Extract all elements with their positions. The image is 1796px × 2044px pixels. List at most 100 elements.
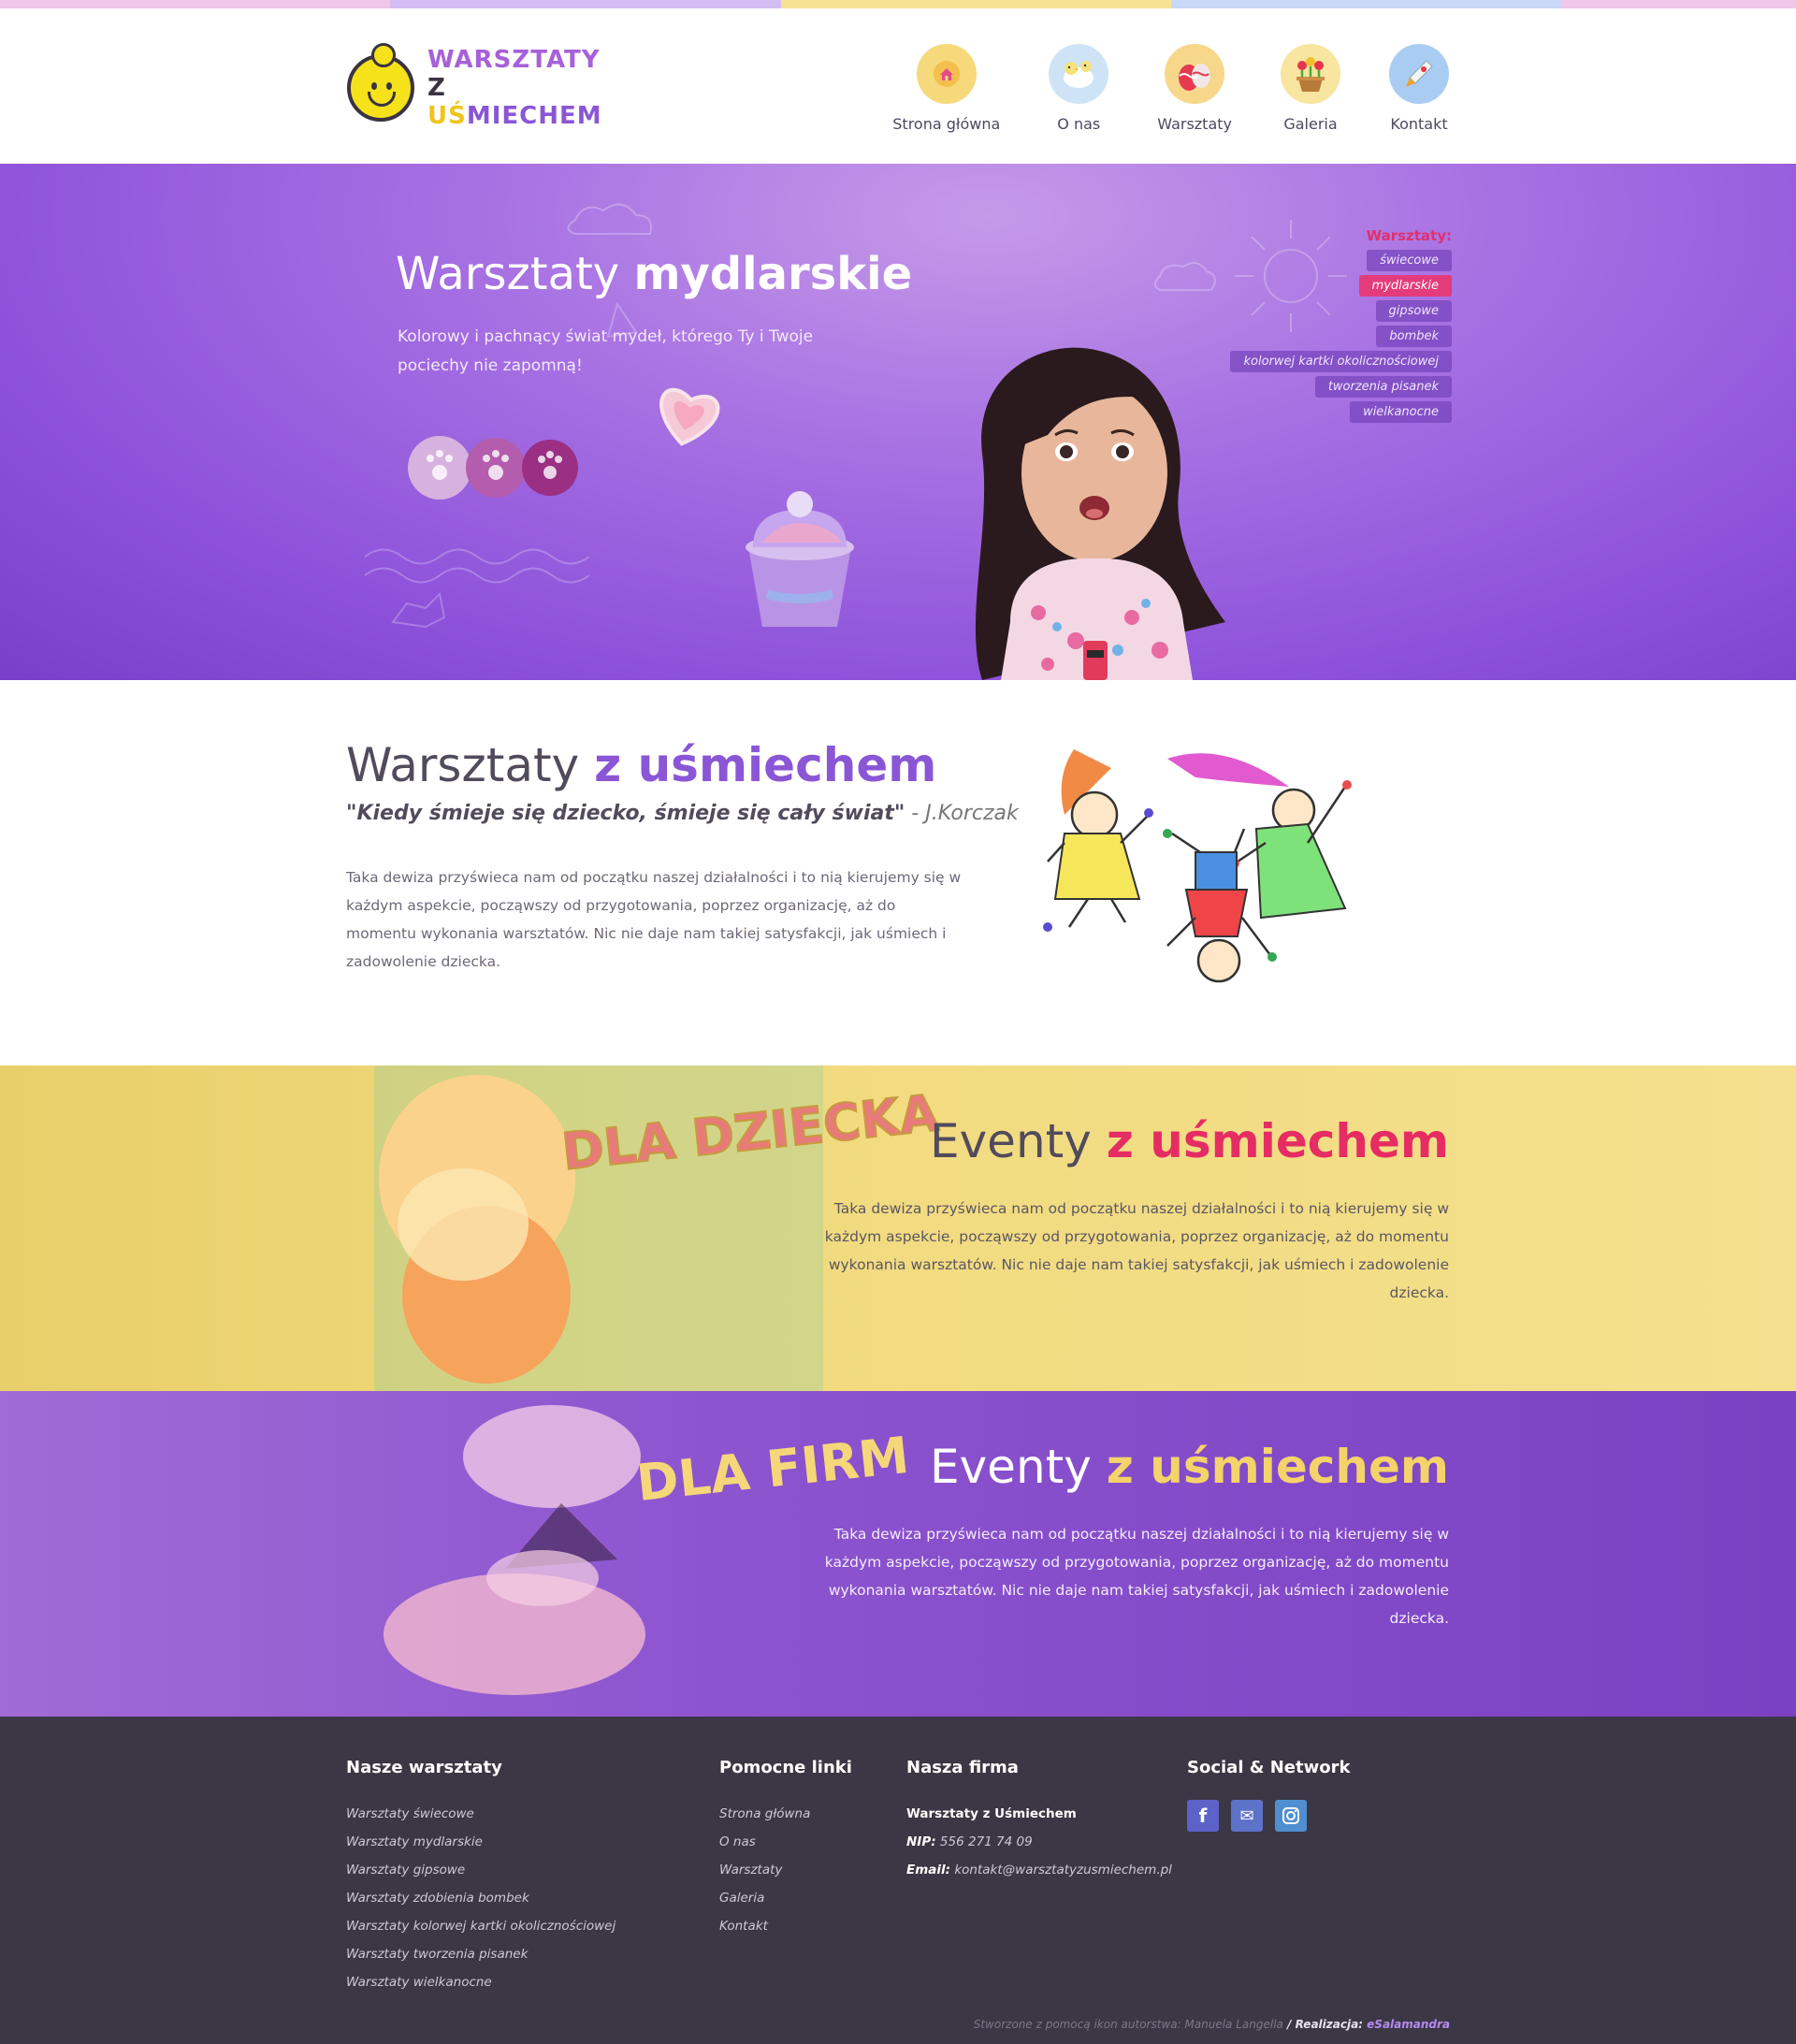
footer-link[interactable]: Warsztaty bbox=[719, 1856, 852, 1884]
footer-link[interactable]: Warsztaty gipsowe bbox=[346, 1856, 616, 1884]
kids-drawing-illustration bbox=[1043, 749, 1352, 983]
company-email: Email: kontakt@warsztatyzusmiechem.pl bbox=[906, 1856, 1172, 1884]
submenu-item-easter[interactable]: wielkanocne bbox=[1350, 401, 1452, 423]
footer-link[interactable]: Kontakt bbox=[719, 1912, 852, 1940]
hero-title-light: Warsztaty bbox=[396, 248, 634, 300]
submenu-item-easter-eggs[interactable]: tworzenia pisanek bbox=[1314, 376, 1452, 398]
hero-subtitle: Kolorowy i pachnący świat mydeł, którego… bbox=[398, 327, 814, 375]
instagram-icon[interactable] bbox=[1275, 1800, 1307, 1832]
site-header: WARSZTATY Z UŚMIECHEM Strona główna O na… bbox=[0, 8, 1796, 164]
workshops-submenu: Warsztaty: świecowe mydlarskie gipsowe b… bbox=[1230, 227, 1452, 425]
submenu-item-plaster[interactable]: gipsowe bbox=[1375, 300, 1452, 322]
ev2-title-a: Eventy bbox=[930, 1440, 1107, 1494]
submenu-item-greeting-card[interactable]: kolorwej kartki okolicznościowej bbox=[1230, 351, 1452, 372]
quote-author: - J.Korczak bbox=[905, 802, 1019, 825]
submenu-item-baubles[interactable]: bombek bbox=[1376, 326, 1452, 347]
easter-eggs-icon bbox=[1165, 44, 1225, 104]
events-kids-section: DLA DZIECKA Eventy z uśmiechem Taka dewi… bbox=[0, 1065, 1796, 1391]
hero-banner: Warsztaty mydlarskie Kolorowy i pachnący… bbox=[0, 164, 1796, 680]
nav-item-about[interactable]: O nas bbox=[1049, 44, 1109, 133]
flower-pot-icon bbox=[1281, 44, 1340, 104]
ev2-title-b: z uśmiechem bbox=[1106, 1440, 1449, 1494]
nav-item-contact[interactable]: Kontakt bbox=[1389, 44, 1449, 133]
logo-line-2a: Z bbox=[427, 74, 446, 102]
nav-label: Strona główna bbox=[892, 115, 1001, 133]
credits-agency-link[interactable]: eSalamandra bbox=[1367, 2018, 1450, 2031]
nav-item-gallery[interactable]: Galeria bbox=[1281, 44, 1340, 133]
nav-label: Kontakt bbox=[1390, 115, 1448, 133]
nip-value: 556 271 74 09 bbox=[935, 1834, 1033, 1849]
hero-title: Warsztaty mydlarskie bbox=[396, 248, 912, 300]
email-icon[interactable]: ✉ bbox=[1231, 1800, 1263, 1832]
about-quote: "Kiedy śmieje się dziecko, śmieje się ca… bbox=[346, 802, 1019, 825]
footer-helpful-links-column: Pomocne linki Strona główna O nas Warszt… bbox=[719, 1758, 852, 1940]
footer-company-column: Nasza firma Warsztaty z Uśmiechem NIP: 5… bbox=[906, 1758, 1172, 1884]
footer-link[interactable]: Warsztaty kolorwej kartki okolicznościow… bbox=[346, 1912, 616, 1940]
quote-text: "Kiedy śmieje się dziecko, śmieje się ca… bbox=[346, 802, 905, 825]
smiley-logo-icon bbox=[347, 43, 414, 122]
rocket-icon bbox=[1389, 44, 1449, 104]
nav-label: Galeria bbox=[1283, 115, 1338, 133]
submenu-title: Warsztaty: bbox=[1366, 227, 1452, 244]
footer-heading: Pomocne linki bbox=[719, 1758, 852, 1777]
footer-heading: Nasza firma bbox=[906, 1758, 1019, 1777]
footer-link[interactable]: Galeria bbox=[719, 1884, 852, 1912]
nip-label: NIP: bbox=[906, 1834, 936, 1849]
stripe-segment bbox=[780, 0, 1172, 8]
about-section: Warsztaty z uśmiechem "Kiedy śmieje się … bbox=[0, 680, 1796, 1065]
submenu-item-candle[interactable]: świecowe bbox=[1367, 250, 1452, 271]
credits-separator: / bbox=[1282, 2018, 1296, 2031]
stripe-segment bbox=[390, 0, 781, 8]
footer-link[interactable]: Warsztaty tworzenia pisanek bbox=[346, 1940, 616, 1968]
chicks-icon bbox=[1049, 44, 1109, 104]
stripe-segment bbox=[1561, 0, 1796, 8]
logo-line-2: Z UŚMIECHEM bbox=[427, 74, 602, 130]
company-name: Warsztaty z Uśmiechem bbox=[906, 1800, 1172, 1828]
footer-link[interactable]: Warsztaty mydlarskie bbox=[346, 1828, 616, 1856]
footer-social-column: Social & Network f ✉ bbox=[1187, 1758, 1350, 1832]
hero-title-bold: mydlarskie bbox=[633, 248, 913, 300]
events-kids-title: Eventy z uśmiechem bbox=[930, 1114, 1449, 1168]
ev1-title-b: z uśmiechem bbox=[1106, 1114, 1449, 1168]
social-icons: f ✉ bbox=[1187, 1800, 1350, 1832]
footer-link[interactable]: Warsztaty wielkanocne bbox=[346, 1968, 616, 1996]
footer-link[interactable]: O nas bbox=[719, 1828, 852, 1856]
submenu-item-soap[interactable]: mydlarskie bbox=[1358, 275, 1452, 297]
footer-link[interactable]: Warsztaty świecowe bbox=[346, 1800, 616, 1828]
events-companies-section: DLA FIRM Eventy z uśmiechem Taka dewiza … bbox=[0, 1391, 1796, 1717]
email-label: Email: bbox=[906, 1863, 951, 1877]
footer-credits: Stworzone z pomocą ikon autorstwa: Manue… bbox=[974, 2018, 1450, 2031]
logo-line-2c: MIECHEM bbox=[466, 102, 602, 130]
events-companies-title: Eventy z uśmiechem bbox=[930, 1440, 1449, 1494]
logo-line-1: WARSZTATY bbox=[427, 46, 601, 74]
events-kids-text: Taka dewiza przyświeca nam od początku n… bbox=[824, 1200, 1449, 1301]
site-logo[interactable]: WARSZTATY Z UŚMIECHEM bbox=[347, 43, 601, 130]
email-value[interactable]: kontakt@warsztatyzusmiechem.pl bbox=[950, 1863, 1172, 1877]
logo-line-2b: UŚ bbox=[427, 102, 467, 130]
company-name-text: Warsztaty z Uśmiechem bbox=[906, 1806, 1077, 1821]
credits-realization: Realizacja: bbox=[1295, 2018, 1368, 2031]
about-title-a: Warsztaty bbox=[346, 738, 595, 792]
footer-link[interactable]: Warsztaty zdobienia bombek bbox=[346, 1884, 616, 1912]
events-companies-text: Taka dewiza przyświeca nam od początku n… bbox=[824, 1526, 1449, 1627]
company-nip: NIP: 556 271 74 09 bbox=[906, 1828, 1172, 1856]
about-title: Warsztaty z uśmiechem bbox=[346, 738, 936, 792]
nav-item-home[interactable]: Strona główna bbox=[892, 44, 1000, 133]
logo-text: WARSZTATY Z UŚMIECHEM bbox=[427, 46, 602, 130]
footer-workshops-column: Nasze warsztaty Warsztaty świecowe Warsz… bbox=[346, 1758, 616, 1996]
ev1-title-a: Eventy bbox=[930, 1114, 1107, 1168]
nav-item-workshops[interactable]: Warsztaty bbox=[1157, 44, 1232, 133]
home-icon bbox=[916, 44, 977, 104]
top-color-stripe bbox=[0, 0, 1796, 8]
soaps-illustration bbox=[408, 387, 854, 627]
nav-label: Warsztaty bbox=[1157, 115, 1232, 133]
site-footer: Nasze warsztaty Warsztaty świecowe Warsz… bbox=[0, 1717, 1796, 2044]
credits-icons: Stworzone z pomocą ikon autorstwa: Manue… bbox=[973, 2018, 1283, 2031]
stripe-segment bbox=[0, 0, 391, 8]
facebook-icon[interactable]: f bbox=[1187, 1800, 1219, 1832]
nav-label: O nas bbox=[1057, 115, 1101, 133]
footer-link[interactable]: Strona główna bbox=[719, 1800, 852, 1828]
about-title-b: z uśmiechem bbox=[594, 738, 937, 792]
footer-heading: Nasze warsztaty bbox=[346, 1758, 502, 1777]
girl-photo bbox=[975, 347, 1225, 680]
